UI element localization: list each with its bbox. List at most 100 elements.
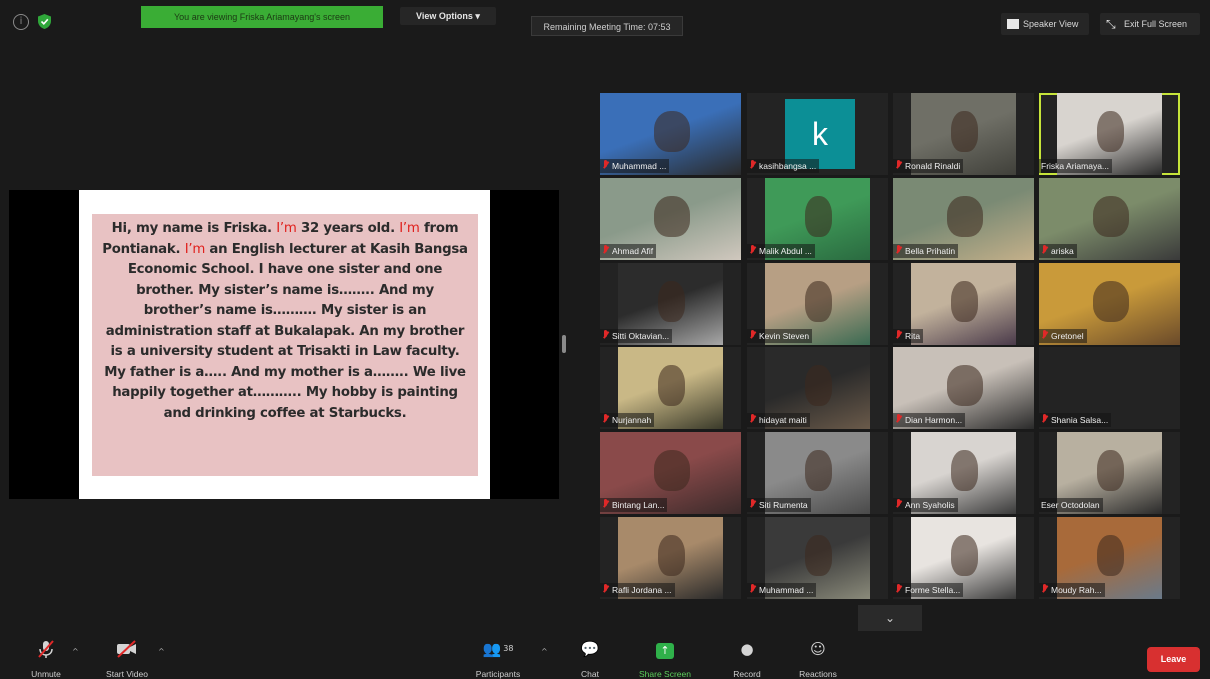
slide-text: Hi, my name is Friska. I’m 32 years old.…	[92, 214, 478, 476]
splitter-handle[interactable]	[562, 335, 566, 353]
participant-tile[interactable]: Gretonel	[1039, 263, 1180, 345]
participant-name-tag: Siti Rumenta	[747, 498, 811, 512]
participant-name-tag: Bella Prihatin	[893, 244, 959, 258]
mic-muted-icon	[602, 245, 609, 255]
participant-tile[interactable]: Rita	[893, 263, 1034, 345]
view-options-button[interactable]: View Options ▾	[400, 7, 496, 25]
start-video-button[interactable]: Start Video	[98, 638, 156, 679]
video-options-caret-icon[interactable]: ^	[158, 647, 165, 656]
participant-tile[interactable]: Nurjannah	[600, 347, 741, 429]
participant-tile[interactable]: Eser Octodolan	[1039, 432, 1180, 514]
mic-muted-icon	[602, 499, 609, 509]
participant-name-tag: Malik Abdul ...	[747, 244, 815, 258]
participant-name: Muhammad ...	[759, 585, 814, 595]
participant-silhouette	[657, 535, 686, 577]
participant-tile[interactable]: Muhammad ...	[747, 517, 888, 599]
participant-silhouette	[1096, 450, 1125, 492]
participant-silhouette	[657, 365, 686, 407]
leave-button[interactable]: Leave	[1147, 647, 1200, 672]
participants-caret-icon[interactable]: ^	[541, 647, 548, 656]
reactions-icon: ☺	[810, 640, 826, 658]
mic-muted-icon	[749, 584, 756, 594]
slide-highlight-text: I’m	[184, 241, 206, 257]
participant-tile[interactable]: Ahmad Afif	[600, 178, 741, 260]
participant-name: Siti Rumenta	[759, 500, 808, 510]
participant-tile[interactable]: Ronald Rinaldi	[893, 93, 1034, 175]
participant-tile[interactable]: Friska Ariamaya...	[1039, 93, 1180, 175]
mic-muted-icon	[895, 584, 902, 594]
slide-body-text: 32 years old.	[296, 221, 400, 236]
participant-tile[interactable]: Ann Syaholis	[893, 432, 1034, 514]
participant-name-tag: Nurjannah	[600, 413, 655, 427]
participant-silhouette	[804, 535, 833, 577]
participant-silhouette	[804, 281, 833, 323]
participant-name-tag: ariska	[1039, 244, 1077, 258]
participant-tile[interactable]: Moudy Rah...	[1039, 517, 1180, 599]
shield-icon[interactable]	[36, 13, 53, 30]
participant-tile[interactable]: k kasihbangsa ...	[747, 93, 888, 175]
bottom-toolbar: Unmute ^ Start Video ^ 👥 38 Participants …	[0, 634, 1210, 679]
participant-name-tag: Ronald Rinaldi	[893, 159, 964, 173]
participant-silhouette	[950, 535, 979, 577]
participant-tile[interactable]: Dian Harmon...	[893, 347, 1034, 429]
participant-name: Dian Harmon...	[905, 415, 963, 425]
participant-tile[interactable]: Bella Prihatin	[893, 178, 1034, 260]
participant-name: Ronald Rinaldi	[905, 161, 961, 171]
next-page-button[interactable]: ⌄	[858, 605, 922, 631]
mic-muted-icon	[895, 160, 902, 170]
mic-muted-icon	[1041, 414, 1048, 424]
reactions-button[interactable]: ☺ Reactions	[790, 638, 846, 679]
participant-name: Bintang Lan...	[612, 500, 665, 510]
participants-label: Participants	[475, 669, 521, 679]
participants-button[interactable]: 👥 38 Participants	[469, 638, 527, 679]
participant-tile[interactable]: Muhammad ...	[600, 93, 741, 175]
top-bar: i You are viewing Friska Ariamayang's sc…	[0, 0, 1210, 48]
participant-name-tag: Forme Stella...	[893, 583, 964, 597]
participant-name-tag: Shania Salsa...	[1039, 413, 1112, 427]
mic-muted-icon	[1041, 584, 1048, 594]
chat-button[interactable]: 💬 Chat	[572, 638, 608, 679]
participant-name-tag: Dian Harmon...	[893, 413, 966, 427]
participant-silhouette	[946, 365, 984, 407]
chat-icon: 💬	[580, 640, 600, 658]
participant-tile[interactable]: Shania Salsa...	[1039, 347, 1180, 429]
participant-name: Shania Salsa...	[1051, 415, 1109, 425]
mic-muted-icon	[38, 640, 54, 658]
participant-tile[interactable]: Forme Stella...	[893, 517, 1034, 599]
participant-tile[interactable]: hidayat maiti	[747, 347, 888, 429]
audio-options-caret-icon[interactable]: ^	[72, 647, 79, 656]
mic-muted-icon	[895, 414, 902, 424]
participant-silhouette	[653, 111, 691, 153]
participant-tile[interactable]: Malik Abdul ...	[747, 178, 888, 260]
participant-tile[interactable]: Siti Rumenta	[747, 432, 888, 514]
participant-name-tag: Eser Octodolan	[1039, 498, 1103, 512]
speaker-view-button[interactable]: Speaker View	[1001, 13, 1089, 35]
meeting-window: i You are viewing Friska Ariamayang's sc…	[0, 0, 1210, 679]
unmute-button[interactable]: Unmute	[20, 638, 72, 679]
participant-name-tag: Sitti Oktavian...	[600, 329, 673, 343]
viewing-screen-banner: You are viewing Friska Ariamayang's scre…	[141, 6, 383, 28]
participant-silhouette	[1096, 535, 1125, 577]
participant-name-tag: Rita	[893, 329, 924, 343]
participant-tile[interactable]: Sitti Oktavian...	[600, 263, 741, 345]
participant-tile[interactable]: Kevin Steven	[747, 263, 888, 345]
participant-name-tag: Kevin Steven	[747, 329, 813, 343]
participant-name-tag: Gretonel	[1039, 329, 1087, 343]
info-icon[interactable]: i	[13, 14, 29, 30]
participant-name: Malik Abdul ...	[759, 246, 812, 256]
participant-silhouette	[950, 450, 979, 492]
participant-tile[interactable]: Bintang Lan...	[600, 432, 741, 514]
mic-muted-icon	[602, 160, 609, 170]
participant-silhouette	[804, 450, 833, 492]
participant-silhouette	[946, 196, 984, 238]
participant-tile[interactable]: Rafli Jordana ...	[600, 517, 741, 599]
participant-tile[interactable]: ariska	[1039, 178, 1180, 260]
participant-name: Rafli Jordana ...	[612, 585, 672, 595]
chevron-down-icon: ⌄	[884, 611, 896, 625]
participant-name: Rita	[905, 331, 921, 341]
exit-full-screen-button[interactable]: ⤡ Exit Full Screen	[1100, 13, 1200, 35]
slide-highlight-text: I’m	[399, 221, 420, 236]
record-button[interactable]: ● Record	[724, 638, 770, 679]
video-off-icon	[117, 640, 136, 658]
share-screen-button[interactable]: ↑ Share Screen	[630, 638, 700, 679]
